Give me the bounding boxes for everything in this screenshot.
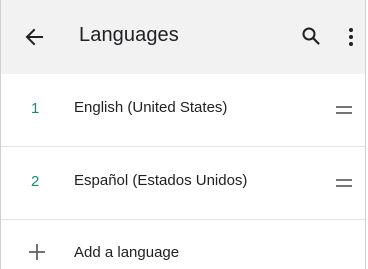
language-index: 2 bbox=[31, 173, 40, 190]
search-icon[interactable] bbox=[301, 26, 321, 46]
app-bar: Languages bbox=[1, 0, 365, 74]
add-language-label: Add a language bbox=[74, 244, 180, 261]
page-title: Languages bbox=[79, 24, 179, 46]
language-item-1[interactable]: 1 English (United States) bbox=[1, 74, 365, 146]
drag-handle-icon[interactable] bbox=[336, 103, 352, 115]
language-label: Español (Estados Unidos) bbox=[74, 172, 248, 189]
language-item-2[interactable]: 2 Español (Estados Unidos) bbox=[1, 147, 365, 219]
add-language-button[interactable]: Add a language bbox=[1, 220, 365, 269]
screen: Languages 1 English (United States) 2 Es… bbox=[0, 0, 366, 269]
language-label: English (United States) bbox=[74, 99, 228, 116]
language-index: 1 bbox=[31, 100, 40, 117]
more-vert-icon[interactable] bbox=[341, 26, 361, 48]
plus-icon bbox=[29, 244, 45, 260]
drag-handle-icon[interactable] bbox=[336, 176, 352, 188]
arrow-back-icon[interactable] bbox=[23, 26, 45, 48]
